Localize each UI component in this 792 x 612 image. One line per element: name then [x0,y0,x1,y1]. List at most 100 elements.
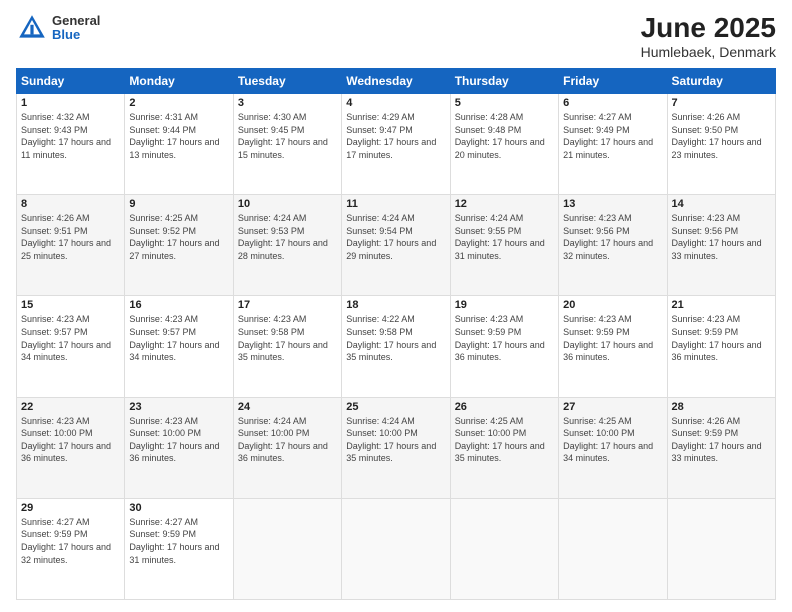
daylight-label: Daylight: 17 hours and 31 minutes. [455,238,545,261]
daylight-label: Daylight: 17 hours and 35 minutes. [346,340,436,363]
day-info: Sunrise: 4:24 AM Sunset: 9:55 PM Dayligh… [455,212,554,262]
table-row: 18 Sunrise: 4:22 AM Sunset: 9:58 PM Dayl… [342,296,450,397]
day-info: Sunrise: 4:23 AM Sunset: 9:57 PM Dayligh… [21,313,120,363]
day-info: Sunrise: 4:23 AM Sunset: 9:59 PM Dayligh… [672,313,771,363]
daylight-label: Daylight: 17 hours and 34 minutes. [21,340,111,363]
sunset-label: Sunset: 9:57 PM [129,327,196,337]
day-number: 7 [672,97,771,109]
header: General Blue June 2025 Humlebaek, Denmar… [16,12,776,60]
daylight-label: Daylight: 17 hours and 36 minutes. [672,340,762,363]
table-row: 28 Sunrise: 4:26 AM Sunset: 9:59 PM Dayl… [667,397,775,498]
daylight-label: Daylight: 17 hours and 35 minutes. [455,441,545,464]
day-number: 26 [455,401,554,413]
day-info: Sunrise: 4:22 AM Sunset: 9:58 PM Dayligh… [346,313,445,363]
daylight-label: Daylight: 17 hours and 20 minutes. [455,137,545,160]
table-row: 16 Sunrise: 4:23 AM Sunset: 9:57 PM Dayl… [125,296,233,397]
sunrise-label: Sunrise: 4:23 AM [455,314,524,324]
sunrise-label: Sunrise: 4:23 AM [672,314,741,324]
table-row: 17 Sunrise: 4:23 AM Sunset: 9:58 PM Dayl… [233,296,341,397]
sunset-label: Sunset: 10:00 PM [563,428,635,438]
sunrise-label: Sunrise: 4:22 AM [346,314,415,324]
header-tuesday: Tuesday [233,69,341,94]
sunrise-label: Sunrise: 4:24 AM [238,416,307,426]
sunset-label: Sunset: 9:58 PM [346,327,413,337]
day-number: 9 [129,198,228,210]
daylight-label: Daylight: 17 hours and 29 minutes. [346,238,436,261]
sunset-label: Sunset: 9:49 PM [563,125,630,135]
table-row: 10 Sunrise: 4:24 AM Sunset: 9:53 PM Dayl… [233,195,341,296]
table-row [233,498,341,599]
table-row: 12 Sunrise: 4:24 AM Sunset: 9:55 PM Dayl… [450,195,558,296]
sunrise-label: Sunrise: 4:26 AM [672,416,741,426]
day-info: Sunrise: 4:23 AM Sunset: 9:59 PM Dayligh… [563,313,662,363]
sunrise-label: Sunrise: 4:30 AM [238,112,307,122]
day-number: 22 [21,401,120,413]
day-info: Sunrise: 4:31 AM Sunset: 9:44 PM Dayligh… [129,111,228,161]
sunrise-label: Sunrise: 4:23 AM [563,314,632,324]
sunrise-label: Sunrise: 4:25 AM [129,213,198,223]
table-row: 26 Sunrise: 4:25 AM Sunset: 10:00 PM Day… [450,397,558,498]
day-number: 6 [563,97,662,109]
sunset-label: Sunset: 9:59 PM [563,327,630,337]
sunset-label: Sunset: 9:59 PM [129,529,196,539]
sunrise-label: Sunrise: 4:23 AM [21,416,90,426]
day-number: 11 [346,198,445,210]
header-saturday: Saturday [667,69,775,94]
day-info: Sunrise: 4:30 AM Sunset: 9:45 PM Dayligh… [238,111,337,161]
daylight-label: Daylight: 17 hours and 28 minutes. [238,238,328,261]
day-number: 29 [21,502,120,514]
table-row: 23 Sunrise: 4:23 AM Sunset: 10:00 PM Day… [125,397,233,498]
sunrise-label: Sunrise: 4:32 AM [21,112,90,122]
sunset-label: Sunset: 9:59 PM [672,327,739,337]
sunset-label: Sunset: 9:43 PM [21,125,88,135]
sunset-label: Sunset: 9:59 PM [21,529,88,539]
table-row: 19 Sunrise: 4:23 AM Sunset: 9:59 PM Dayl… [450,296,558,397]
day-info: Sunrise: 4:24 AM Sunset: 9:54 PM Dayligh… [346,212,445,262]
header-friday: Friday [559,69,667,94]
header-wednesday: Wednesday [342,69,450,94]
day-info: Sunrise: 4:26 AM Sunset: 9:50 PM Dayligh… [672,111,771,161]
sunrise-label: Sunrise: 4:27 AM [563,112,632,122]
table-row: 11 Sunrise: 4:24 AM Sunset: 9:54 PM Dayl… [342,195,450,296]
day-number: 20 [563,299,662,311]
sunset-label: Sunset: 9:58 PM [238,327,305,337]
day-info: Sunrise: 4:25 AM Sunset: 10:00 PM Daylig… [455,415,554,465]
daylight-label: Daylight: 17 hours and 36 minutes. [455,340,545,363]
day-info: Sunrise: 4:25 AM Sunset: 10:00 PM Daylig… [563,415,662,465]
table-row: 8 Sunrise: 4:26 AM Sunset: 9:51 PM Dayli… [17,195,125,296]
day-info: Sunrise: 4:23 AM Sunset: 9:58 PM Dayligh… [238,313,337,363]
day-info: Sunrise: 4:26 AM Sunset: 9:59 PM Dayligh… [672,415,771,465]
day-number: 21 [672,299,771,311]
table-row: 22 Sunrise: 4:23 AM Sunset: 10:00 PM Day… [17,397,125,498]
day-info: Sunrise: 4:24 AM Sunset: 9:53 PM Dayligh… [238,212,337,262]
day-number: 13 [563,198,662,210]
day-number: 12 [455,198,554,210]
sunset-label: Sunset: 9:48 PM [455,125,522,135]
table-row: 20 Sunrise: 4:23 AM Sunset: 9:59 PM Dayl… [559,296,667,397]
calendar-week-row: 8 Sunrise: 4:26 AM Sunset: 9:51 PM Dayli… [17,195,776,296]
day-number: 24 [238,401,337,413]
calendar-week-row: 22 Sunrise: 4:23 AM Sunset: 10:00 PM Day… [17,397,776,498]
day-info: Sunrise: 4:23 AM Sunset: 10:00 PM Daylig… [129,415,228,465]
logo: General Blue [16,12,100,44]
sunrise-label: Sunrise: 4:29 AM [346,112,415,122]
sunrise-label: Sunrise: 4:23 AM [129,314,198,324]
title-section: June 2025 Humlebaek, Denmark [641,12,776,60]
sunrise-label: Sunrise: 4:23 AM [129,416,198,426]
calendar-title: June 2025 [641,12,776,44]
header-thursday: Thursday [450,69,558,94]
table-row: 13 Sunrise: 4:23 AM Sunset: 9:56 PM Dayl… [559,195,667,296]
day-number: 14 [672,198,771,210]
table-row: 2 Sunrise: 4:31 AM Sunset: 9:44 PM Dayli… [125,94,233,195]
day-info: Sunrise: 4:26 AM Sunset: 9:51 PM Dayligh… [21,212,120,262]
day-info: Sunrise: 4:25 AM Sunset: 9:52 PM Dayligh… [129,212,228,262]
day-number: 17 [238,299,337,311]
table-row: 14 Sunrise: 4:23 AM Sunset: 9:56 PM Dayl… [667,195,775,296]
table-row [342,498,450,599]
sunrise-label: Sunrise: 4:27 AM [129,517,198,527]
sunset-label: Sunset: 10:00 PM [238,428,310,438]
table-row: 3 Sunrise: 4:30 AM Sunset: 9:45 PM Dayli… [233,94,341,195]
day-number: 23 [129,401,228,413]
sunrise-label: Sunrise: 4:23 AM [21,314,90,324]
daylight-label: Daylight: 17 hours and 21 minutes. [563,137,653,160]
